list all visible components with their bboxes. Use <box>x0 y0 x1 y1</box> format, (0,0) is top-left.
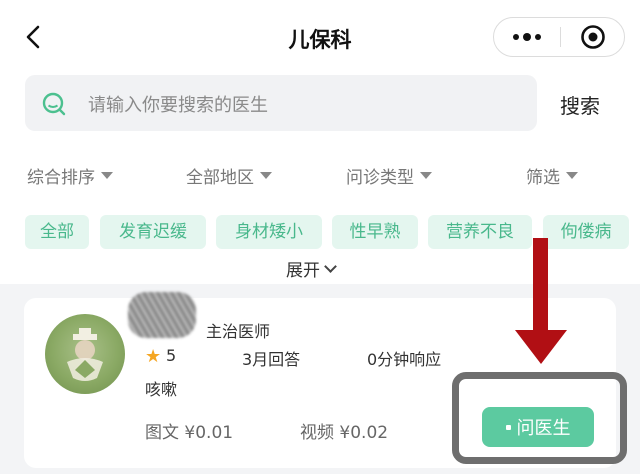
doctor-name-redacted <box>128 292 196 338</box>
filter-consult-type-label: 问诊类型 <box>346 168 414 188</box>
tag-rickets[interactable]: 佝偻病 <box>543 215 629 249</box>
search-placeholder: 请输入你要搜索的医生 <box>88 95 268 116</box>
filter-screen-label: 筛选 <box>526 168 560 188</box>
filter-sort[interactable]: 综合排序 <box>27 163 113 188</box>
tag-all[interactable]: 全部 <box>25 215 89 249</box>
more-button[interactable] <box>494 18 560 56</box>
filter-region-label: 全部地区 <box>186 168 254 188</box>
filter-region[interactable]: 全部地区 <box>186 163 272 188</box>
doctor-rating: 5 <box>166 346 177 365</box>
tag-precocious-puberty[interactable]: 性早熟 <box>332 215 418 249</box>
price-video-consult: 视频 ¥0.02 <box>300 423 389 443</box>
doctor-answers: 3月回答 <box>242 350 301 369</box>
caret-down-icon <box>101 172 113 179</box>
expand-tags-button[interactable]: 展开 <box>286 256 337 281</box>
more-dots-icon <box>513 33 541 41</box>
caret-down-icon <box>420 172 432 179</box>
annotation-highlight-box <box>452 372 627 464</box>
search-input[interactable]: 请输入你要搜索的医生 <box>25 75 537 131</box>
price-text-consult: 图文 ¥0.01 <box>145 423 234 443</box>
filter-sort-label: 综合排序 <box>27 168 95 188</box>
search-button[interactable]: 搜索 <box>560 90 600 119</box>
tag-malnutrition[interactable]: 营养不良 <box>428 215 532 249</box>
mini-program-capsule <box>493 17 625 57</box>
filter-consult-type[interactable]: 问诊类型 <box>346 163 432 188</box>
doctor-title: 主治医师 <box>206 322 271 341</box>
target-close-icon <box>581 25 605 49</box>
caret-down-icon <box>260 172 272 179</box>
hospital-logo-icon <box>67 328 103 381</box>
doctor-response-time: 0分钟响应 <box>367 350 442 369</box>
tag-short-stature[interactable]: 身材矮小 <box>216 215 322 249</box>
avatar <box>45 314 125 394</box>
doctor-specialty: 咳嗽 <box>145 380 178 399</box>
star-icon: ★ <box>145 346 162 367</box>
chevron-down-icon <box>324 260 337 273</box>
caret-down-icon <box>566 172 578 179</box>
expand-label: 展开 <box>286 261 320 281</box>
tag-developmental-delay[interactable]: 发育迟缓 <box>100 215 206 249</box>
search-icon <box>42 92 66 116</box>
close-button[interactable] <box>561 18 625 56</box>
annotation-arrow-shaft <box>533 238 548 334</box>
filter-screen[interactable]: 筛选 <box>526 163 578 188</box>
annotation-arrow-head <box>515 330 567 364</box>
